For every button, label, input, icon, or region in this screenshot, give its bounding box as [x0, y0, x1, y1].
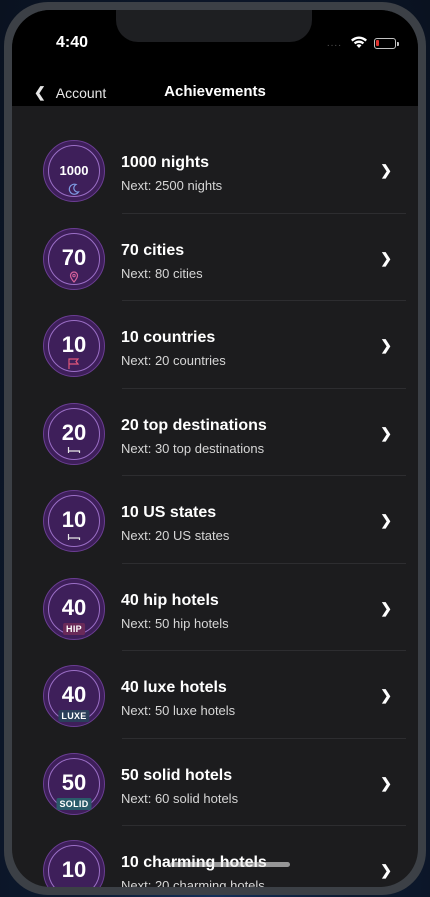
signal-icon: ....: [326, 38, 342, 49]
achievement-title: 40 hip hotels: [121, 591, 219, 609]
badge-tag: SOLID: [56, 797, 92, 810]
achievement-badge: 1000: [43, 140, 105, 202]
achievement-next: Next: 20 countries: [121, 353, 226, 368]
chevron-right-icon: ❯: [380, 774, 392, 791]
achievement-badge: 70: [43, 227, 105, 290]
chevron-right-icon: ❯: [380, 337, 392, 353]
achievement-row[interactable]: 10 10 US states Next: 20 US states ❯: [12, 476, 418, 564]
achievement-title: 40 luxe hotels: [121, 679, 227, 696]
badge-number: 40: [61, 682, 87, 707]
badge-number: 70: [61, 244, 87, 270]
badge-number: 10: [61, 507, 87, 532]
chevron-right-icon: ❯: [380, 687, 392, 703]
achievement-badge: 20: [43, 402, 105, 465]
battery-tip: [397, 41, 399, 46]
achievement-next: Next: 2500 nights: [121, 178, 223, 193]
badge-tag: LUXE: [58, 710, 90, 722]
status-time: 4:40: [56, 34, 89, 51]
page-title: Achievements: [164, 83, 266, 100]
location-pin-icon: [44, 270, 104, 285]
screen: 4:40 .... ❮ Account Achievements 1000 100…: [12, 10, 418, 887]
top-bar: 4:40 .... ❮ Account Achievements: [12, 10, 418, 106]
flag-icon: [44, 358, 104, 372]
achievement-badge: 40 LUXE: [43, 665, 105, 727]
battery-icon: [374, 38, 399, 49]
achievement-title: 70 cities: [121, 241, 185, 259]
achievement-next: Next: 20 US states: [121, 528, 230, 543]
chevron-right-icon: ❯: [380, 599, 392, 616]
achievement-title: 10 countries: [121, 329, 216, 346]
achievement-row[interactable]: 40 HIP 40 hip hotels Next: 50 hip hotels ❯: [12, 564, 418, 651]
badge-number: 20: [61, 419, 87, 445]
notch: [116, 10, 312, 42]
achievement-row[interactable]: 70 70 cities Next: 80 cities ❯: [12, 214, 418, 301]
achievement-badge: 10: [43, 840, 105, 887]
bed-icon: [44, 533, 104, 543]
achievement-badge: 50 SOLID: [43, 752, 105, 815]
achievement-next: Next: 30 top destinations: [121, 440, 265, 456]
chevron-right-icon: ❯: [380, 162, 392, 178]
badge-tag: HIP: [63, 622, 85, 635]
moon-icon: [44, 183, 104, 197]
achievement-next: Next: 80 cities: [121, 265, 203, 281]
badge-number: 50: [61, 769, 87, 795]
badge-number: 40: [61, 594, 87, 620]
achievement-next: Next: 20 charming hotels: [121, 878, 265, 887]
phone-frame: 4:40 .... ❮ Account Achievements 1000 100…: [4, 2, 426, 895]
achievement-row[interactable]: 40 LUXE 40 luxe hotels Next: 50 luxe hotels…: [12, 651, 418, 739]
badge-number: 10: [61, 332, 87, 357]
wifi-icon: [351, 36, 367, 48]
achievement-title: 1000 nights: [121, 154, 210, 171]
chevron-right-icon: ❯: [380, 424, 392, 441]
achievement-row[interactable]: 20 20 top destinations Next: 30 top destin…: [12, 389, 418, 476]
badge-number: 10: [61, 857, 87, 882]
achievement-badge: 10: [43, 490, 105, 552]
achievement-row[interactable]: 10 10 countries Next: 20 countries ❯: [12, 301, 418, 389]
chevron-right-icon: ❯: [380, 862, 392, 878]
achievement-next: Next: 50 hip hotels: [121, 615, 229, 631]
achievement-row[interactable]: 50 SOLID 50 solid hotels Next: 60 solid hot…: [12, 739, 418, 826]
achievement-title: 50 solid hotels: [121, 766, 233, 784]
battery-level: [376, 40, 379, 46]
chevron-right-icon: ❯: [380, 249, 392, 266]
chevron-right-icon: ❯: [380, 512, 392, 528]
home-indicator[interactable]: [170, 862, 290, 867]
achievement-title: 10 US states: [121, 504, 217, 521]
achievement-row[interactable]: 1000 1000 nights Next: 2500 nights ❯: [12, 126, 418, 214]
badge-number: 1000: [59, 163, 89, 178]
bed-icon: [44, 446, 104, 456]
achievement-next: Next: 50 luxe hotels: [121, 703, 236, 718]
achievement-row[interactable]: 1010 charming hotelsNext: 20 charming ho…: [12, 826, 418, 887]
achievement-badge: 40 HIP: [43, 577, 105, 640]
achievement-title: 20 top destinations: [121, 416, 267, 434]
achievements-list: 1000 1000 nights Next: 2500 nights ❯ 70 70 ci…: [12, 126, 418, 887]
achievement-next: Next: 60 solid hotels: [121, 790, 239, 806]
achievement-badge: 10: [43, 315, 105, 377]
